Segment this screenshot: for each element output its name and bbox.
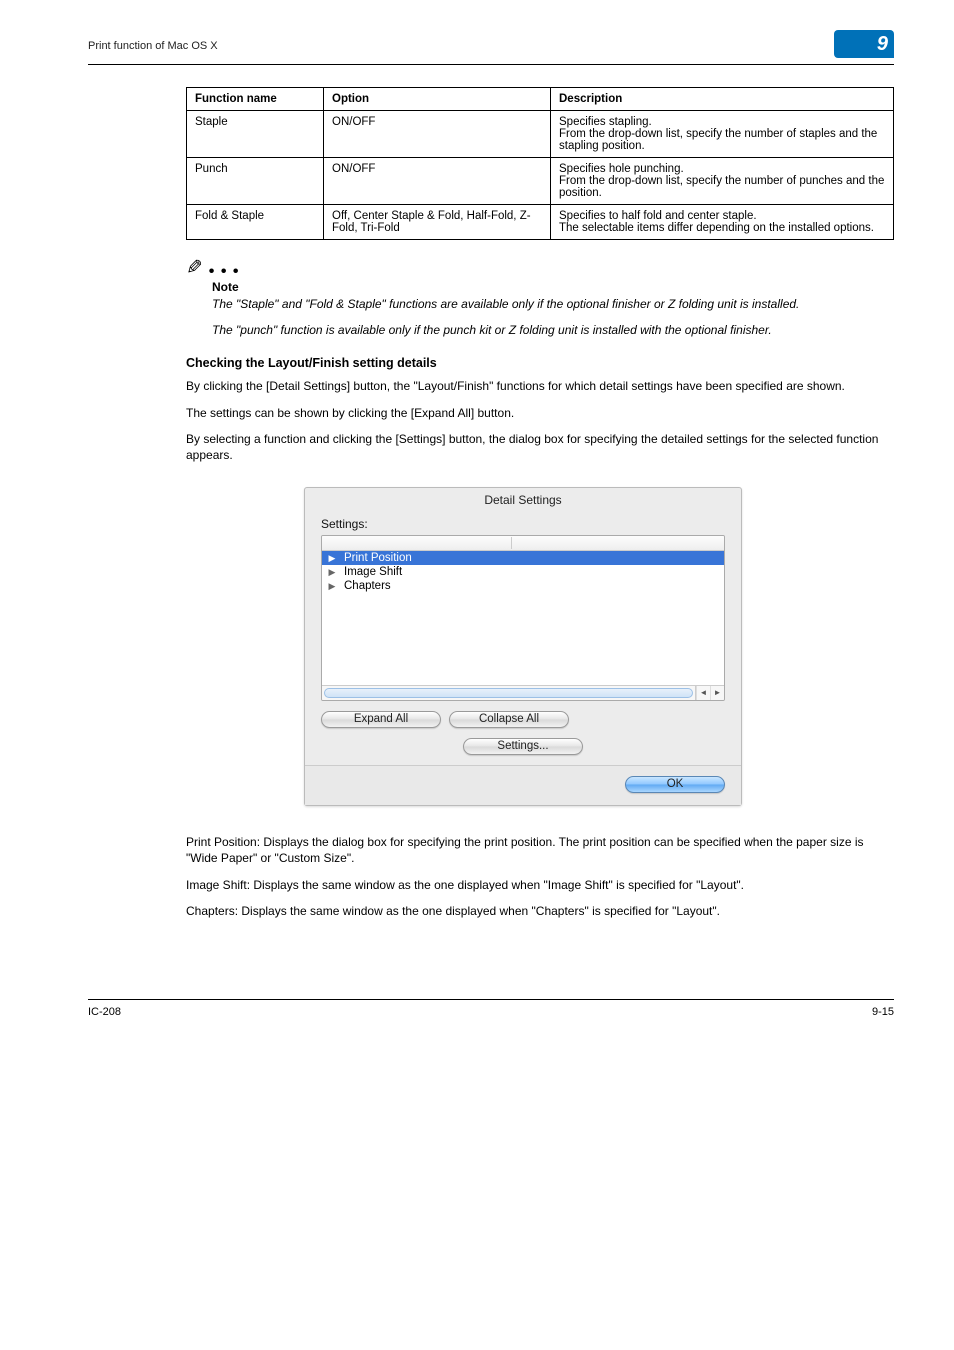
- list-item[interactable]: ▶ Image Shift: [322, 565, 724, 579]
- disclosure-triangle-icon: ▶: [328, 567, 336, 578]
- cell-desc: Specifies hole punching. From the drop-d…: [551, 158, 894, 205]
- expand-all-button[interactable]: Expand All: [321, 711, 441, 728]
- body-paragraph: By clicking the [Detail Settings] button…: [186, 378, 894, 394]
- footer-left: IC-208: [88, 1006, 121, 1018]
- body-paragraph: The settings can be shown by clicking th…: [186, 405, 894, 421]
- table-row: Staple ON/OFF Specifies stapling. From t…: [187, 111, 894, 158]
- settings-button[interactable]: Settings...: [463, 738, 583, 755]
- body-paragraph: Chapters: Displays the same window as th…: [186, 903, 894, 919]
- th-description: Description: [551, 88, 894, 111]
- listbox-header: [322, 536, 724, 551]
- dialog-title: Detail Settings: [305, 488, 741, 517]
- list-item[interactable]: ▶ Print Position: [322, 551, 724, 565]
- list-item-label: Chapters: [344, 580, 391, 592]
- disclosure-triangle-icon: ▶: [328, 553, 336, 564]
- cell-desc: Specifies stapling. From the drop-down l…: [551, 111, 894, 158]
- body-paragraph: Print Position: Displays the dialog box …: [186, 834, 894, 866]
- body-paragraph: Image Shift: Displays the same window as…: [186, 877, 894, 893]
- horizontal-scrollbar[interactable]: ◄ ►: [322, 685, 724, 700]
- page-footer: IC-208 9-15: [88, 999, 894, 1018]
- footer-right: 9-15: [872, 1006, 894, 1018]
- table-row: Punch ON/OFF Specifies hole punching. Fr…: [187, 158, 894, 205]
- note-text: The "Staple" and "Fold & Staple" functio…: [212, 296, 894, 312]
- function-table: Function name Option Description Staple …: [186, 87, 894, 240]
- cell-fn: Staple: [187, 111, 324, 158]
- detail-settings-dialog: Detail Settings Settings: ▶ Print Positi…: [304, 487, 742, 806]
- scroll-right-icon[interactable]: ►: [710, 686, 724, 700]
- table-row: Fold & Staple Off, Center Staple & Fold,…: [187, 205, 894, 240]
- ok-button[interactable]: OK: [625, 776, 725, 793]
- list-item-label: Print Position: [344, 552, 412, 564]
- th-function: Function name: [187, 88, 324, 111]
- settings-label: Settings:: [321, 517, 725, 531]
- collapse-all-button[interactable]: Collapse All: [449, 711, 569, 728]
- cell-op: ON/OFF: [324, 158, 551, 205]
- subheading: Checking the Layout/Finish setting detai…: [186, 356, 894, 370]
- scrollbar-track[interactable]: [324, 688, 693, 698]
- header-rule: [88, 64, 894, 65]
- chapter-number-badge: 9: [834, 30, 894, 58]
- note-icon: ✎: [186, 258, 203, 278]
- note-label: Note: [212, 280, 894, 294]
- th-option: Option: [324, 88, 551, 111]
- list-item-label: Image Shift: [344, 566, 402, 578]
- scroll-left-icon[interactable]: ◄: [696, 686, 710, 700]
- cell-desc: Specifies to half fold and center staple…: [551, 205, 894, 240]
- note-block: ✎ • • • Note The "Staple" and "Fold & St…: [186, 258, 894, 338]
- section-header: Print function of Mac OS X: [88, 30, 218, 52]
- cell-fn: Fold & Staple: [187, 205, 324, 240]
- cell-op: Off, Center Staple & Fold, Half-Fold, Z-…: [324, 205, 551, 240]
- body-paragraph: By selecting a function and clicking the…: [186, 431, 894, 463]
- cell-fn: Punch: [187, 158, 324, 205]
- list-item[interactable]: ▶ Chapters: [322, 579, 724, 593]
- table-header-row: Function name Option Description: [187, 88, 894, 111]
- note-text: The "punch" function is available only i…: [212, 322, 894, 338]
- cell-op: ON/OFF: [324, 111, 551, 158]
- settings-listbox[interactable]: ▶ Print Position ▶ Image Shift ▶ Chapter…: [321, 535, 725, 701]
- disclosure-triangle-icon: ▶: [328, 581, 336, 592]
- note-ellipsis-icon: • • •: [209, 263, 240, 281]
